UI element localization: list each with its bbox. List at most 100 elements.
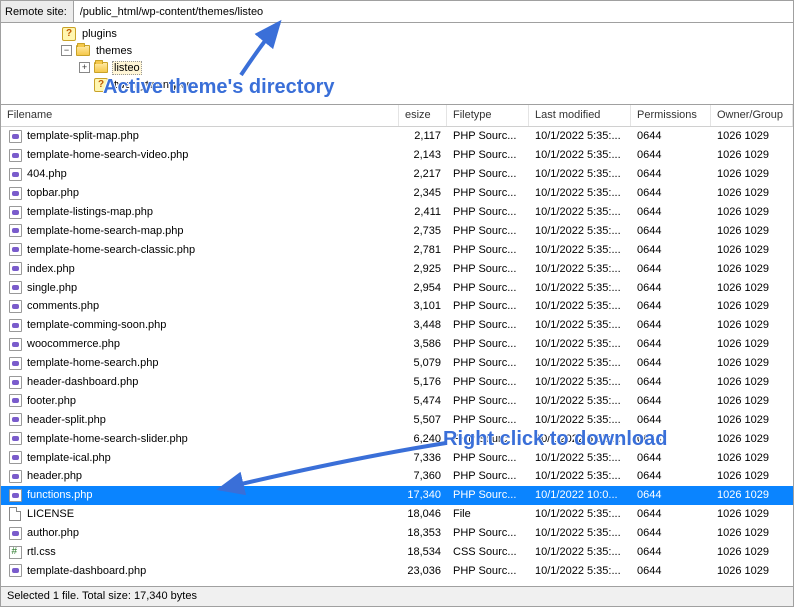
file-modified: 10/1/2022 5:35:... [529, 546, 631, 558]
file-list[interactable]: template-split-map.php2,117PHP Sourc...1… [1, 127, 793, 583]
remote-path-input[interactable] [74, 1, 793, 22]
file-size: 2,345 [399, 187, 447, 199]
file-permissions: 0644 [631, 319, 711, 331]
file-row[interactable]: template-home-search-map.php2,735PHP Sou… [1, 221, 793, 240]
file-type: PHP Sourc... [447, 414, 529, 426]
file-owner: 1026 1029 [711, 263, 793, 275]
file-row[interactable]: template-home-search-slider.php6,240PHP … [1, 429, 793, 448]
file-name: header.php [27, 470, 82, 482]
file-permissions: 0644 [631, 244, 711, 256]
file-owner: 1026 1029 [711, 395, 793, 407]
file-row[interactable]: topbar.php2,345PHP Sourc...10/1/2022 5:3… [1, 184, 793, 203]
file-row[interactable]: rtl.css18,534CSS Sourc...10/1/2022 5:35:… [1, 543, 793, 562]
file-row[interactable]: template-home-search.php5,079PHP Sourc..… [1, 354, 793, 373]
file-type: PHP Sourc... [447, 149, 529, 161]
file-owner: 1026 1029 [711, 546, 793, 558]
file-name: 404.php [27, 168, 67, 180]
file-size: 7,360 [399, 470, 447, 482]
file-owner: 1026 1029 [711, 470, 793, 482]
remote-site-label: Remote site: [1, 1, 74, 22]
file-type: PHP Sourc... [447, 130, 529, 142]
header-filesize[interactable]: esize [399, 105, 447, 126]
file-row[interactable]: template-listings-map.php2,411PHP Sourc.… [1, 203, 793, 222]
header-filetype[interactable]: Filetype [447, 105, 529, 126]
file-row[interactable]: author.php18,353PHP Sourc...10/1/2022 5:… [1, 524, 793, 543]
file-row[interactable]: single.php2,954PHP Sourc...10/1/2022 5:3… [1, 278, 793, 297]
tree-item-twentytwentytwo[interactable]: ? twentytwentytwo [61, 76, 793, 93]
file-size: 18,353 [399, 527, 447, 539]
file-name: template-home-search.php [27, 357, 158, 369]
tree-item-plugins[interactable]: ? plugins [61, 25, 793, 42]
header-last-modified[interactable]: Last modified [529, 105, 631, 126]
file-modified: 10/1/2022 5:35:... [529, 470, 631, 482]
file-owner: 1026 1029 [711, 527, 793, 539]
file-name: footer.php [27, 395, 76, 407]
file-row[interactable]: template-ical.php7,336PHP Sourc...10/1/2… [1, 448, 793, 467]
file-row[interactable]: header.php7,360PHP Sourc...10/1/2022 5:3… [1, 467, 793, 486]
file-type: CSS Sourc... [447, 546, 529, 558]
file-row[interactable]: template-home-search-classic.php2,781PHP… [1, 240, 793, 259]
directory-tree[interactable]: ? plugins − themes + listeo ? twentytwen… [1, 23, 793, 105]
php-file-icon [9, 413, 22, 426]
file-size: 3,586 [399, 338, 447, 350]
file-row[interactable]: footer.php5,474PHP Sourc...10/1/2022 5:3… [1, 391, 793, 410]
file-modified: 10/1/2022 5:35:... [529, 130, 631, 142]
file-row[interactable]: 404.php2,217PHP Sourc...10/1/2022 5:35:.… [1, 165, 793, 184]
file-type: PHP Sourc... [447, 244, 529, 256]
expand-icon[interactable]: + [79, 62, 90, 73]
file-owner: 1026 1029 [711, 149, 793, 161]
file-name: header-dashboard.php [27, 376, 138, 388]
file-row[interactable]: header-split.php5,507PHP Sourc...10/1/20… [1, 410, 793, 429]
file-size: 7,336 [399, 452, 447, 464]
file-name: header-split.php [27, 414, 106, 426]
php-file-icon [9, 206, 22, 219]
header-filename[interactable]: Filename [1, 105, 399, 126]
tree-item-listeo[interactable]: + listeo [61, 59, 793, 76]
file-owner: 1026 1029 [711, 319, 793, 331]
php-file-icon [9, 300, 22, 313]
php-file-icon [9, 281, 22, 294]
file-name: template-split-map.php [27, 130, 139, 142]
php-file-icon [9, 168, 22, 181]
file-owner: 1026 1029 [711, 357, 793, 369]
file-name: woocommerce.php [27, 338, 120, 350]
php-file-icon [9, 489, 22, 502]
column-headers[interactable]: Filename esize Filetype Last modified Pe… [1, 105, 793, 127]
file-row[interactable]: LICENSE18,046File10/1/2022 5:35:...06441… [1, 505, 793, 524]
file-row[interactable]: template-dashboard.php23,036PHP Sourc...… [1, 561, 793, 580]
header-owner-group[interactable]: Owner/Group [711, 105, 793, 126]
file-type: PHP Sourc... [447, 225, 529, 237]
file-owner: 1026 1029 [711, 452, 793, 464]
file-type: PHP Sourc... [447, 168, 529, 180]
file-row[interactable]: comments.php3,101PHP Sourc...10/1/2022 5… [1, 297, 793, 316]
file-size: 2,411 [399, 206, 447, 218]
file-size: 5,176 [399, 376, 447, 388]
file-type: PHP Sourc... [447, 433, 529, 445]
file-size: 6,240 [399, 433, 447, 445]
file-row[interactable]: index.php2,925PHP Sourc...10/1/2022 5:35… [1, 259, 793, 278]
tree-item-themes[interactable]: − themes [61, 42, 793, 59]
file-row[interactable]: functions.php17,340PHP Sourc...10/1/2022… [1, 486, 793, 505]
file-type: PHP Sourc... [447, 300, 529, 312]
file-type: PHP Sourc... [447, 357, 529, 369]
collapse-icon[interactable]: − [61, 45, 72, 56]
file-permissions: 0644 [631, 300, 711, 312]
file-permissions: 0644 [631, 470, 711, 482]
file-type: PHP Sourc... [447, 527, 529, 539]
file-row[interactable]: template-split-map.php2,117PHP Sourc...1… [1, 127, 793, 146]
header-permissions[interactable]: Permissions [631, 105, 711, 126]
file-name: comments.php [27, 300, 99, 312]
file-row[interactable]: template-comming-soon.php3,448PHP Sourc.… [1, 316, 793, 335]
file-row[interactable]: template-home-search-video.php2,143PHP S… [1, 146, 793, 165]
file-modified: 10/1/2022 5:35:... [529, 395, 631, 407]
file-type: PHP Sourc... [447, 395, 529, 407]
file-name: template-listings-map.php [27, 206, 153, 218]
file-row[interactable]: header-dashboard.php5,176PHP Sourc...10/… [1, 373, 793, 392]
file-modified: 10/1/2022 5:35:... [529, 414, 631, 426]
file-permissions: 0644 [631, 565, 711, 577]
file-permissions: 0644 [631, 414, 711, 426]
php-file-icon [9, 394, 22, 407]
php-file-icon [9, 243, 22, 256]
php-file-icon [9, 262, 22, 275]
file-row[interactable]: woocommerce.php3,586PHP Sourc...10/1/202… [1, 335, 793, 354]
